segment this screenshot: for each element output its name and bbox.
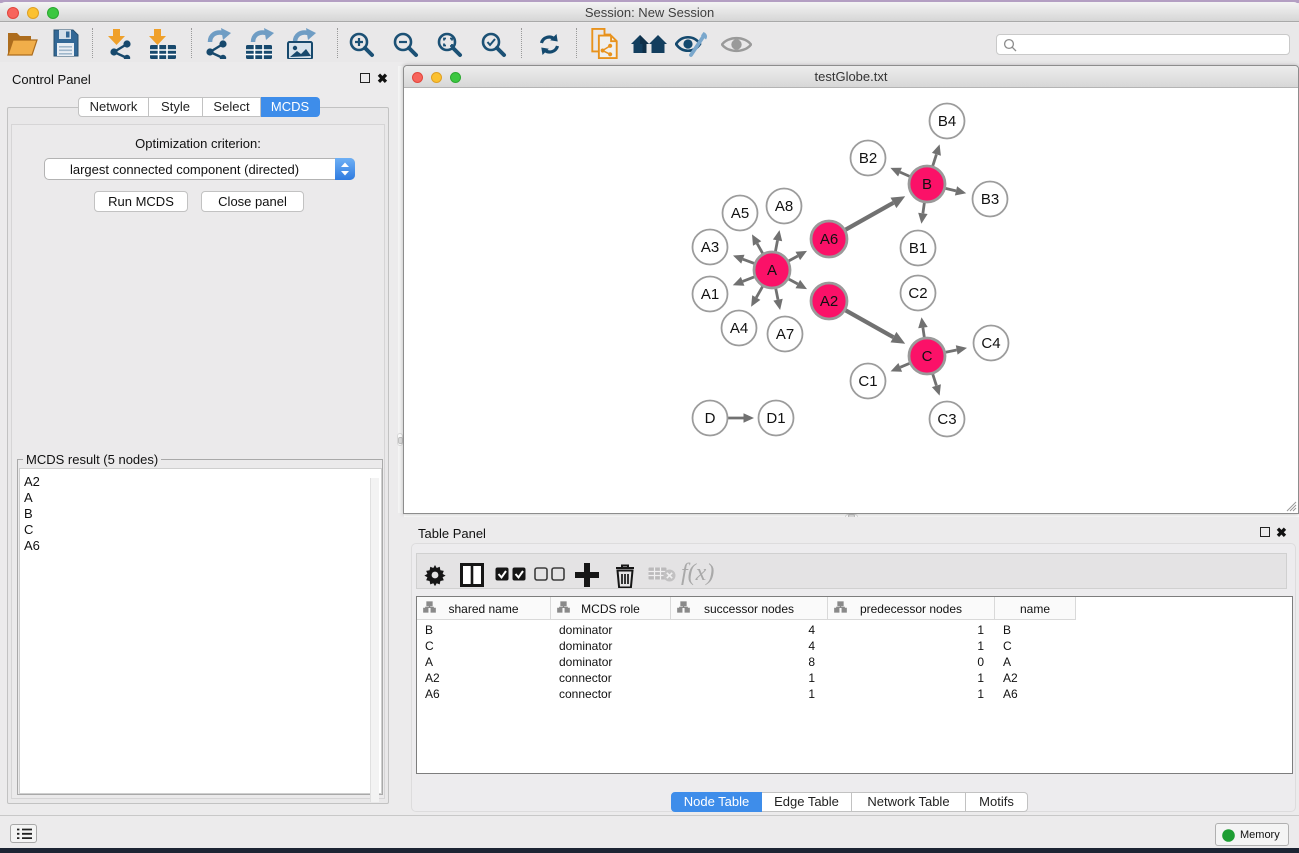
svg-text:A4: A4 <box>730 320 748 337</box>
svg-text:C: C <box>922 348 933 365</box>
svg-text:A7: A7 <box>776 326 794 343</box>
svg-text:A3: A3 <box>701 239 719 256</box>
svg-text:C4: C4 <box>981 335 1000 352</box>
svg-text:B: B <box>922 176 932 193</box>
svg-text:C2: C2 <box>908 285 927 302</box>
svg-text:B2: B2 <box>859 150 877 167</box>
svg-text:D1: D1 <box>766 410 785 427</box>
svg-text:C1: C1 <box>858 373 877 390</box>
svg-text:C3: C3 <box>937 411 956 428</box>
svg-text:B1: B1 <box>909 240 927 257</box>
svg-text:A: A <box>767 262 777 279</box>
svg-text:A2: A2 <box>820 293 838 310</box>
svg-text:B4: B4 <box>938 113 956 130</box>
svg-text:A5: A5 <box>731 205 749 222</box>
svg-text:A8: A8 <box>775 198 793 215</box>
svg-text:B3: B3 <box>981 191 999 208</box>
svg-text:A6: A6 <box>820 231 838 248</box>
svg-text:D: D <box>705 410 716 427</box>
svg-text:A1: A1 <box>701 286 719 303</box>
